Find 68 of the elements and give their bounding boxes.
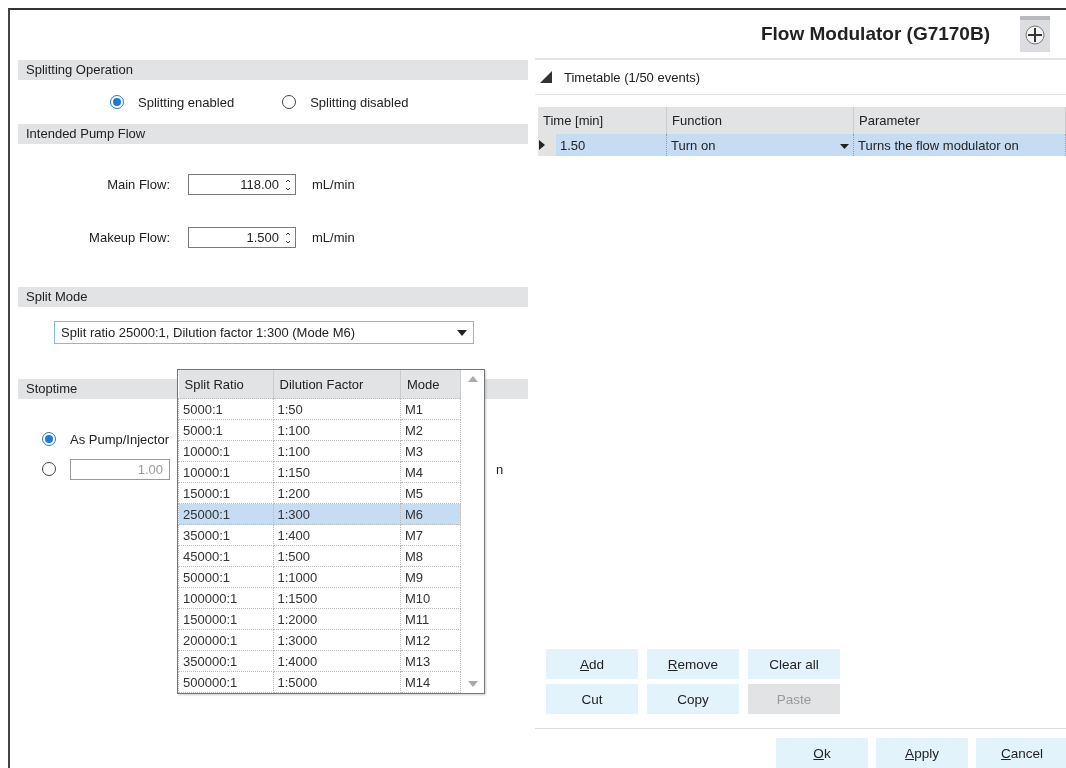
list-cell[interactable]: 5000:1	[178, 398, 273, 420]
list-cell[interactable]: 1:4000	[273, 650, 401, 672]
radio-label: As Pump/Injector	[70, 431, 169, 447]
list-cell[interactable]: 50000:1	[178, 566, 273, 588]
unit-label: mL/min	[312, 177, 355, 192]
field-label: Main Flow:	[106, 177, 171, 192]
list-cell[interactable]: 10000:1	[178, 440, 273, 462]
column-header: Mode	[400, 370, 461, 399]
caret-icon	[840, 143, 850, 149]
table-button[interactable]: Clear all	[748, 649, 840, 679]
section-heading: Splitting Operation	[18, 60, 528, 80]
radio-label: Splitting enabled	[138, 94, 235, 110]
table-cell[interactable]: Turn on	[666, 134, 854, 156]
section-heading: Intended Pump Flow	[18, 124, 528, 144]
dialog-button[interactable]: Apply	[876, 738, 968, 768]
spin-arrows-icon[interactable]	[285, 230, 291, 245]
section-heading: Split Mode	[18, 287, 528, 307]
dialog-button[interactable]: Cancel	[976, 738, 1066, 768]
device-icon	[1020, 16, 1050, 52]
table-button[interactable]: Remove	[647, 649, 739, 679]
field-label: Makeup Flow:	[88, 230, 171, 245]
unit-label: n	[496, 461, 504, 477]
list-cell[interactable]: 45000:1	[178, 545, 273, 567]
column-header[interactable]: Function	[666, 107, 854, 134]
table-button[interactable]: Cut	[546, 684, 638, 714]
list-cell[interactable]: 150000:1	[178, 608, 273, 630]
split-mode-dropdown[interactable]: Split ratio 25000:1, Dilution factor 1:300 (Mode M6)	[54, 321, 474, 344]
list-cell[interactable]: 1:100	[273, 419, 401, 441]
list-cell[interactable]: 500000:1	[178, 671, 273, 693]
list-cell[interactable]: 1:1500	[273, 587, 401, 609]
list-cell[interactable]: 15000:1	[178, 482, 273, 504]
timetable-title: Timetable (1/50 events)	[564, 69, 701, 85]
table-button[interactable]: Copy	[647, 684, 739, 714]
column-header[interactable]: Time [min]	[538, 107, 667, 134]
column-header[interactable]: Parameter	[853, 107, 1066, 134]
list-cell[interactable]: 100000:1	[178, 587, 273, 609]
list-cell[interactable]: 1:1000	[273, 566, 401, 588]
list-cell[interactable]: 5000:1	[178, 419, 273, 441]
table-cell[interactable]: 1.50	[556, 134, 667, 156]
column-header: Split Ratio	[178, 370, 273, 399]
column-header: Dilution Factor	[273, 370, 401, 399]
list-cell[interactable]: 1:400	[273, 524, 401, 546]
list-cell[interactable]: 1:500	[273, 545, 401, 567]
list-cell[interactable]: 1:300	[273, 503, 401, 525]
caret-icon	[457, 329, 467, 336]
spin-arrows-icon[interactable]	[285, 177, 291, 192]
list-cell[interactable]: 1:5000	[273, 671, 401, 693]
table-button[interactable]: Add	[546, 649, 638, 679]
list-cell[interactable]: 200000:1	[178, 629, 273, 651]
radio-label: Splitting disabled	[310, 94, 409, 110]
table-cell[interactable]: Turns the flow modulator on	[853, 134, 1066, 156]
list-cell[interactable]: 1:100	[273, 440, 401, 462]
list-cell[interactable]: 1:50	[273, 398, 401, 420]
list-cell[interactable]: 1:200	[273, 482, 401, 504]
list-cell[interactable]: 1:3000	[273, 629, 401, 651]
collapse-icon[interactable]	[540, 71, 552, 83]
number-field[interactable]: 118.00	[188, 174, 296, 195]
list-cell[interactable]: 350000:1	[178, 650, 273, 672]
list-cell[interactable]: 1:150	[273, 461, 401, 483]
list-cell[interactable]: 10000:1	[178, 461, 273, 483]
window-title: Flow Modulator (G7170B)	[760, 23, 990, 45]
list-cell[interactable]: 35000:1	[178, 524, 273, 546]
list-cell[interactable]: 25000:1	[178, 503, 273, 525]
list-cell[interactable]: 1:2000	[273, 608, 401, 630]
dialog-button[interactable]: Ok	[776, 738, 868, 768]
unit-label: mL/min	[312, 230, 355, 245]
row-pointer-icon	[539, 139, 545, 150]
number-field[interactable]: 1.500	[188, 227, 296, 248]
